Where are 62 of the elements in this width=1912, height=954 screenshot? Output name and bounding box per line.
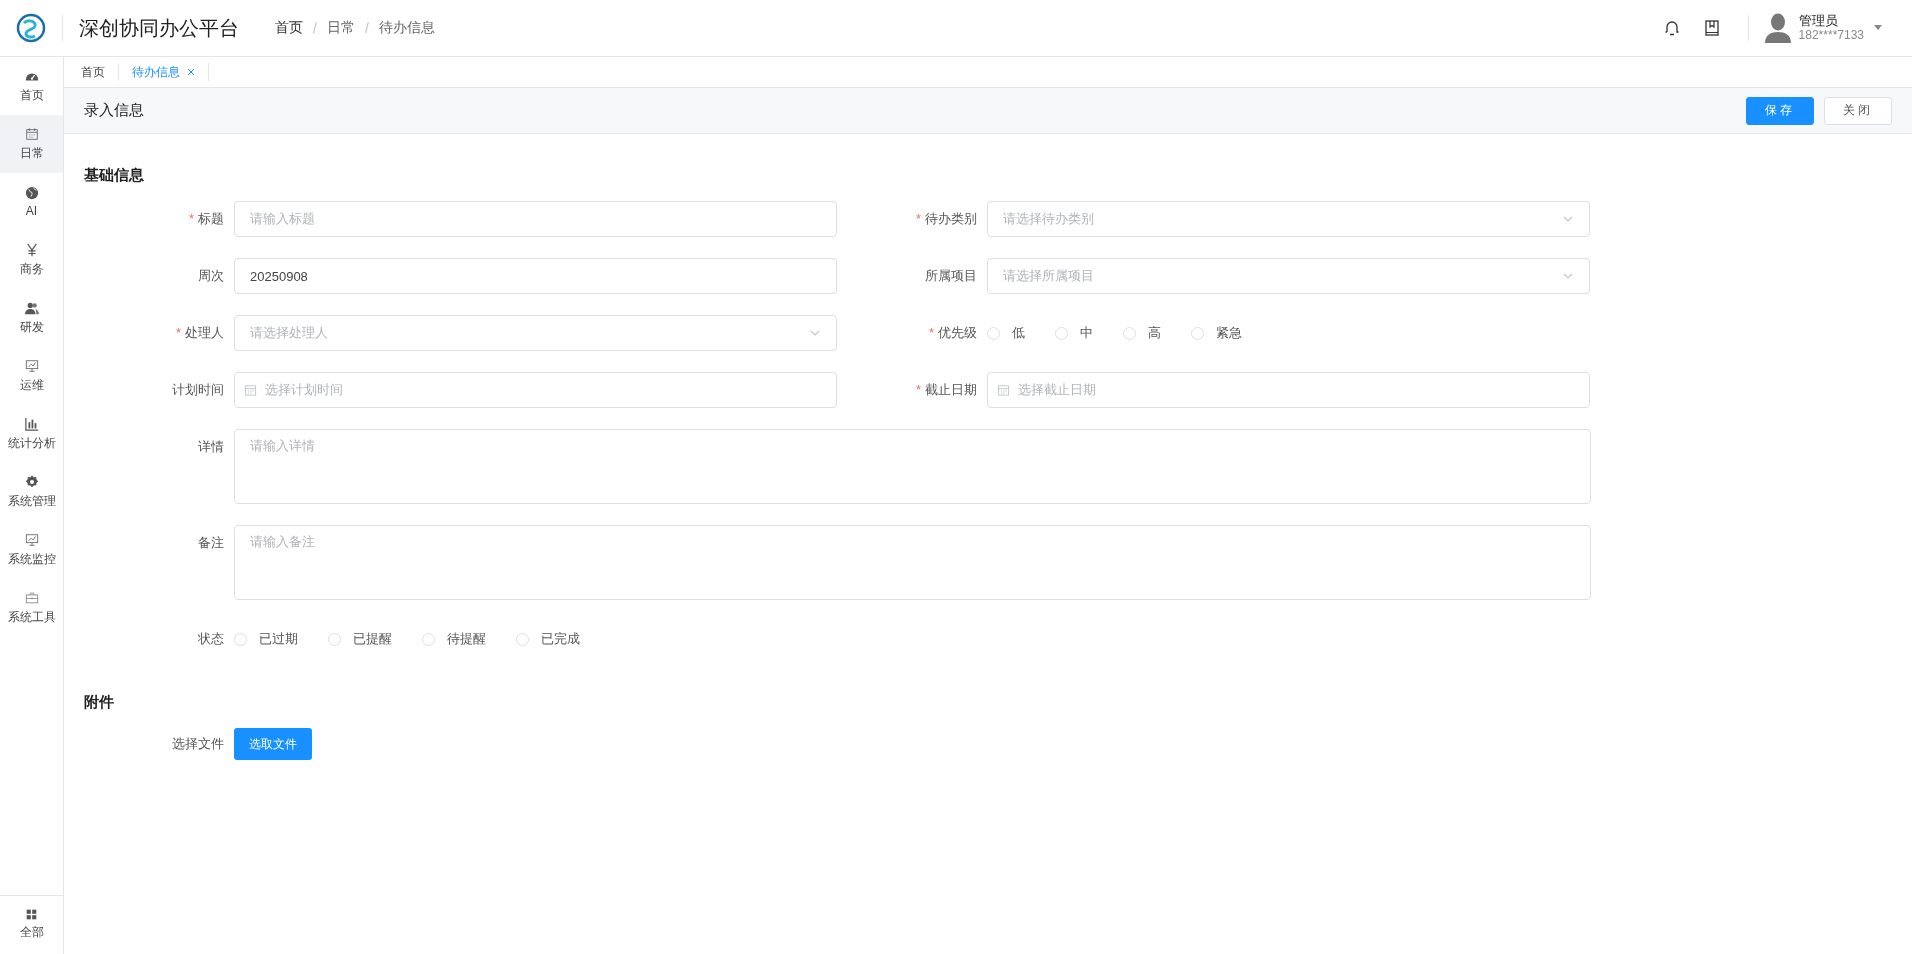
tab[interactable]: 首页	[68, 63, 119, 81]
sidebar-item[interactable]: 系统工具	[0, 579, 63, 637]
radio-option[interactable]: 中	[1055, 324, 1093, 342]
radio-option[interactable]: 待提醒	[422, 630, 486, 648]
calendar-icon	[24, 126, 39, 141]
grid-icon	[26, 909, 37, 920]
user-phone: 182****7133	[1798, 28, 1864, 43]
close-button[interactable]: 关闭	[1824, 96, 1892, 125]
field-label: 周次	[197, 267, 224, 285]
settings-icon	[24, 474, 39, 489]
field-label: * 优先级	[927, 324, 977, 342]
book-icon[interactable]	[1702, 19, 1721, 37]
sidebar-item[interactable]: 首页	[0, 57, 63, 115]
radio-option[interactable]: 已完成	[516, 630, 580, 648]
caret-down-icon[interactable]	[1874, 25, 1882, 31]
radio-option[interactable]: 已过期	[234, 630, 298, 648]
radio-option[interactable]: 低	[987, 324, 1025, 342]
radio-option[interactable]: 紧急	[1191, 324, 1242, 342]
breadcrumb-separator: /	[313, 20, 317, 36]
calendar-icon	[244, 383, 257, 397]
sidebar-item[interactable]: 商务	[0, 231, 63, 289]
monitor-icon	[24, 358, 39, 373]
sidebar-item[interactable]: 研发	[0, 289, 63, 347]
globe-icon	[24, 186, 39, 200]
breadcrumb-link[interactable]: 首页	[275, 19, 303, 37]
breadcrumb-separator: /	[364, 20, 369, 36]
sidebar-item[interactable]: AI	[0, 173, 63, 231]
sidebar-item[interactable]: 运维	[0, 347, 63, 405]
text-input-field[interactable]: 20250908	[234, 258, 837, 294]
radio-option[interactable]: 高	[1123, 324, 1161, 342]
field-label: * 待办类别	[914, 210, 977, 228]
page-title: 录入信息	[84, 101, 144, 120]
app-title: 深创协同办公平台	[79, 15, 239, 41]
sidebar-item[interactable]: 系统管理	[0, 463, 63, 521]
field-label: 详情	[197, 438, 224, 456]
field-label: * 处理人	[174, 324, 224, 342]
sidebar-item[interactable]: 统计分析	[0, 405, 63, 463]
sidebar-item[interactable]: 系统监控	[0, 521, 63, 579]
toolbox-icon	[24, 590, 39, 605]
monitor-icon	[24, 532, 39, 547]
user-name: 管理员	[1798, 13, 1839, 28]
logo-icon	[16, 13, 46, 43]
bar-chart-icon	[24, 416, 39, 431]
field-label: 计划时间	[171, 381, 224, 399]
section-title: 附件	[84, 693, 115, 712]
field-label: * 截止日期	[914, 381, 977, 399]
yen-icon	[24, 242, 39, 257]
avatar-silhouette-icon	[1764, 13, 1791, 43]
sidebar-item[interactable]: 日常	[0, 115, 63, 173]
section-title: 基础信息	[84, 166, 145, 185]
sidebar-item[interactable]: 全部	[0, 895, 63, 954]
radio-option[interactable]: 已提醒	[328, 630, 392, 648]
breadcrumb-link[interactable]: 待办信息	[378, 19, 435, 37]
breadcrumb-link[interactable]: 日常	[326, 19, 355, 37]
field-label: 备注	[197, 534, 224, 552]
field-label: * 标题	[187, 210, 224, 228]
field-label: 所属项目	[924, 267, 977, 285]
people-icon	[24, 300, 39, 315]
field-label: 状态	[197, 630, 224, 648]
close-icon[interactable]	[187, 68, 195, 76]
field-label: 选择文件	[171, 735, 224, 753]
calendar-icon	[997, 383, 1010, 397]
